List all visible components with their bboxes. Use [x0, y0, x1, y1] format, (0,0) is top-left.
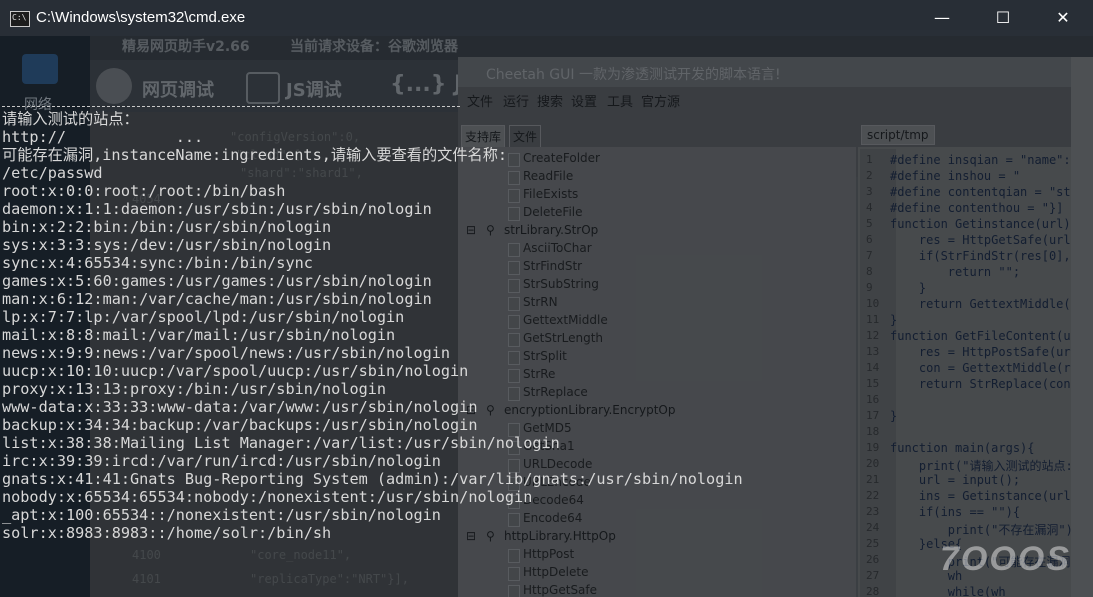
console-line: proxy:x:13:13:proxy:/bin:/usr/sbin/nolog…	[2, 380, 387, 398]
console-line: root:x:0:0:root:/root:/bin/bash	[2, 182, 286, 200]
window-title: C:\Windows\system32\cmd.exe	[36, 9, 246, 26]
console-line: sys:x:3:3:sys:/dev:/usr/sbin/nologin	[2, 236, 332, 254]
console-line: irc:x:39:39:ircd:/var/run/ircd:/usr/sbin…	[2, 452, 441, 470]
console-line: nobody:x:65534:65534:nobody:/nonexistent…	[2, 488, 533, 506]
console-line: /etc/passwd	[2, 164, 103, 182]
separator-line	[2, 106, 460, 107]
cmd-app-icon[interactable]: C:\	[10, 11, 30, 27]
maximize-button[interactable]: ☐	[980, 0, 1026, 36]
console-output: 请输入测试的站点： http:// ... 可能存在漏洞,instanceName:…	[2, 110, 743, 542]
console-line: uucp:x:10:10:uucp:/var/spool/uucp:/usr/s…	[2, 362, 469, 380]
console-line: 可能存在漏洞,instanceName:ingredients,请输入要查看的文…	[2, 146, 508, 164]
console-line: solr:x:8983:8983::/home/solr:/bin/sh	[2, 524, 332, 542]
console-line: _apt:x:100:65534::/nonexistent:/usr/sbin…	[2, 506, 441, 524]
console-line: 请输入测试的站点：	[2, 110, 139, 128]
close-button[interactable]: ✕	[1040, 0, 1086, 36]
console-line: gnats:x:41:41:Gnats Bug-Reporting System…	[2, 470, 743, 488]
console-line: lp:x:7:7:lp:/var/spool/lpd:/usr/sbin/nol…	[2, 308, 405, 326]
console-line: games:x:5:60:games:/usr/games:/usr/sbin/…	[2, 272, 432, 290]
cmd-title-bar[interactable]: C:\ C:\Windows\system32\cmd.exe — ☐ ✕	[0, 0, 1093, 36]
console-line: mail:x:8:8:mail:/var/mail:/usr/sbin/nolo…	[2, 326, 396, 344]
console-line: www-data:x:33:33:www-data:/var/www:/usr/…	[2, 398, 478, 416]
console-line: http:// ...	[2, 128, 204, 146]
watermark-logo: 7OOOS	[940, 540, 1071, 578]
console-line: man:x:6:12:man:/var/cache/man:/usr/sbin/…	[2, 290, 432, 308]
console-line: backup:x:34:34:backup:/var/backups:/usr/…	[2, 416, 478, 434]
minimize-button[interactable]: —	[919, 0, 965, 36]
screen: 网络 精易网页助手v2.66 当前请求设备：谷歌浏览器 网页调试 JS调试 {.…	[0, 0, 1093, 597]
cmd-icon-text: C:\	[12, 13, 27, 22]
console-line: sync:x:4:65534:sync:/bin:/bin/sync	[2, 254, 313, 272]
console-line: list:x:38:38:Mailing List Manager:/var/l…	[2, 434, 560, 452]
console-line: news:x:9:9:news:/var/spool/news:/usr/sbi…	[2, 344, 451, 362]
console-line: daemon:x:1:1:daemon:/usr/sbin:/usr/sbin/…	[2, 200, 432, 218]
console-line: bin:x:2:2:bin:/bin:/usr/sbin/nologin	[2, 218, 332, 236]
